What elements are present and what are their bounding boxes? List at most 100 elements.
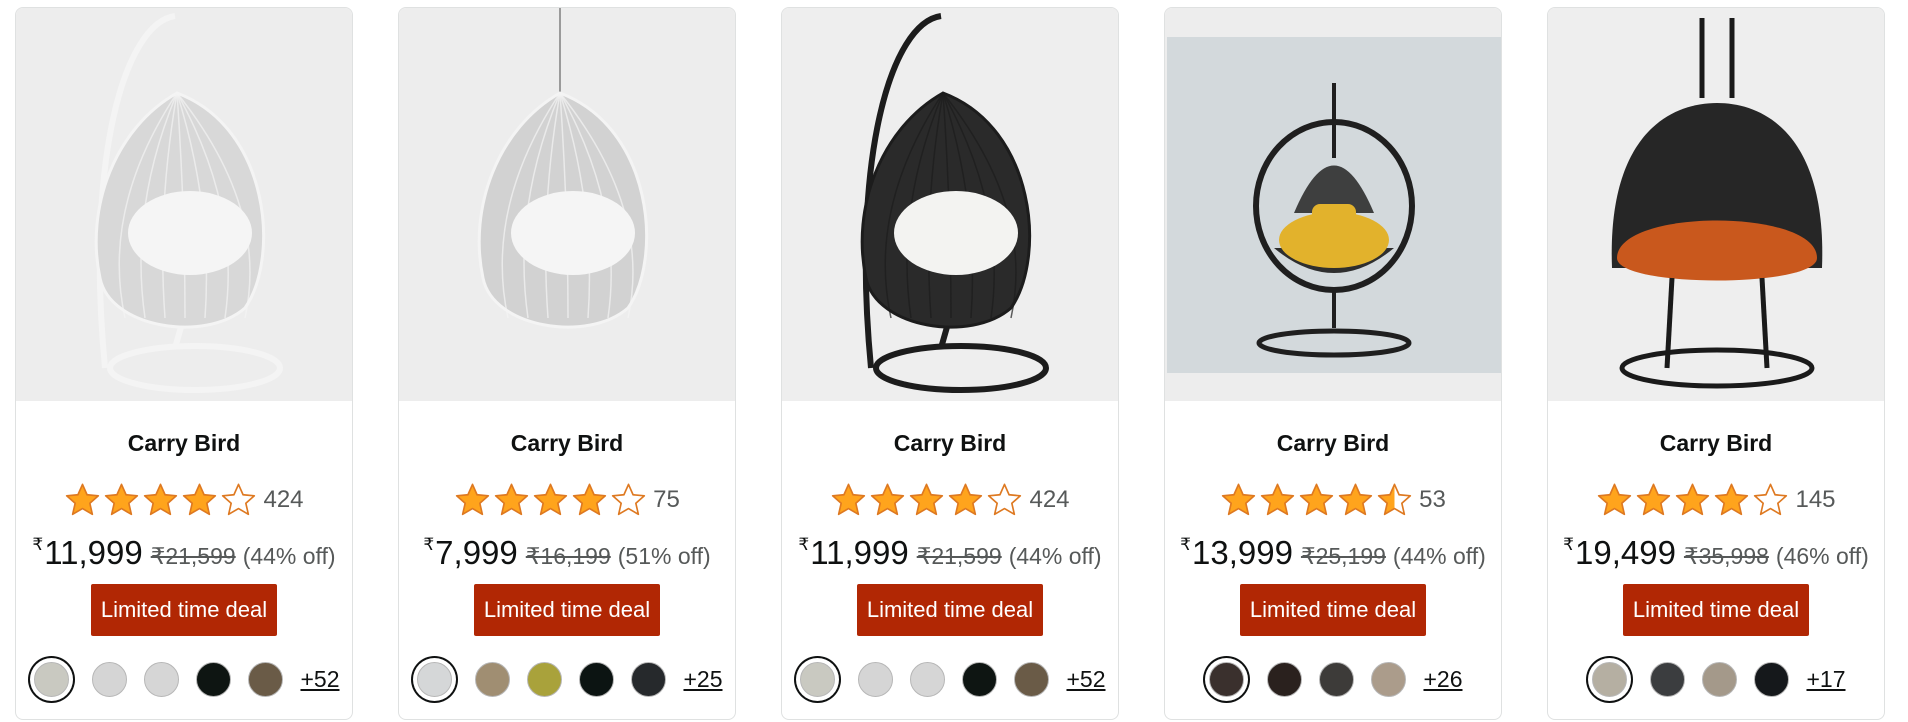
color-swatch[interactable] xyxy=(92,662,128,697)
list-price: ₹35,998 xyxy=(1683,543,1769,569)
color-swatch[interactable] xyxy=(1014,662,1050,697)
more-colors-link[interactable]: +17 xyxy=(1806,666,1845,693)
price-row: ₹ 11,999 ₹21,599 (44% off) xyxy=(782,534,1118,574)
star-icon xyxy=(144,483,178,516)
star-icon xyxy=(1637,483,1671,516)
product-brand[interactable]: Carry Bird xyxy=(1548,429,1884,457)
color-swatch[interactable] xyxy=(910,662,946,697)
rating-row[interactable]: 424 xyxy=(782,481,1118,519)
rating-row[interactable]: 53 xyxy=(1165,481,1501,519)
product-image[interactable] xyxy=(1548,8,1884,401)
color-swatch[interactable] xyxy=(1592,662,1628,697)
sale-price: 7,999 xyxy=(435,534,518,571)
review-count[interactable]: 53 xyxy=(1419,486,1446,514)
more-colors-link[interactable]: +25 xyxy=(683,666,722,693)
price-row: ₹ 19,499 ₹35,998 (46% off) xyxy=(1548,534,1884,574)
color-swatches: +26 xyxy=(1165,662,1501,697)
deal-badge: Limited time deal xyxy=(1622,584,1810,636)
black-double-seat-swing-with-orange-cushion-illustration xyxy=(1611,18,1823,389)
color-swatch[interactable] xyxy=(475,662,511,697)
color-swatch[interactable] xyxy=(579,662,615,697)
currency-symbol: ₹ xyxy=(32,535,44,554)
star-icon xyxy=(1221,483,1256,516)
sale-price: 13,999 xyxy=(1192,534,1293,571)
product-brand[interactable]: Carry Bird xyxy=(399,429,735,457)
review-count[interactable]: 145 xyxy=(1795,486,1835,514)
product-image[interactable] xyxy=(399,8,735,401)
star-icon xyxy=(1260,483,1295,516)
color-swatch[interactable] xyxy=(800,662,836,697)
product-image[interactable] xyxy=(782,8,1118,401)
star-icon xyxy=(949,483,983,516)
color-swatch[interactable] xyxy=(1371,662,1407,697)
product-brand[interactable]: Carry Bird xyxy=(1165,429,1501,457)
color-swatch[interactable] xyxy=(248,662,284,697)
star-icon xyxy=(533,483,568,516)
deal-badge: Limited time deal xyxy=(1239,584,1427,636)
color-swatch[interactable] xyxy=(631,662,667,697)
white-hanging-egg-chair-without-stand-illustration xyxy=(477,8,649,329)
product-card[interactable]: Carry Bird 424 ₹ 11,999 ₹21,599 (44% off… xyxy=(15,7,353,720)
sale-price: 11,999 xyxy=(44,534,143,571)
color-swatch[interactable] xyxy=(1702,662,1738,697)
deal-badge: Limited time deal xyxy=(856,584,1044,636)
product-brand[interactable]: Carry Bird xyxy=(16,429,352,457)
half-star-icon xyxy=(1377,483,1412,516)
black-ring-swing-with-yellow-cushion-illustration xyxy=(1167,37,1501,373)
price-row: ₹ 7,999 ₹16,199 (51% off) xyxy=(399,534,735,574)
color-swatch[interactable] xyxy=(527,662,563,697)
review-count[interactable]: 75 xyxy=(653,486,680,514)
star-rating[interactable] xyxy=(454,482,647,518)
color-swatches: +17 xyxy=(1548,662,1884,697)
color-swatch[interactable] xyxy=(858,662,894,697)
deal-badge: Limited time deal xyxy=(90,584,278,636)
empty-star-icon xyxy=(611,483,646,516)
product-image[interactable] xyxy=(1165,8,1501,401)
star-icon xyxy=(494,483,529,516)
star-rating[interactable] xyxy=(830,482,1023,518)
color-swatch[interactable] xyxy=(196,662,232,697)
product-card[interactable]: Carry Bird 75 ₹ 7,999 ₹16,199 (51% off) … xyxy=(398,7,736,720)
currency-symbol: ₹ xyxy=(1180,535,1191,554)
color-swatch[interactable] xyxy=(1267,662,1303,697)
discount-percent: (51% off) xyxy=(617,543,711,569)
color-swatch[interactable] xyxy=(1319,662,1355,697)
empty-star-icon xyxy=(988,483,1022,516)
color-swatch[interactable] xyxy=(1209,662,1245,697)
color-swatches: +25 xyxy=(399,662,735,697)
color-swatch[interactable] xyxy=(962,662,998,697)
color-swatch[interactable] xyxy=(34,662,70,697)
product-brand[interactable]: Carry Bird xyxy=(782,429,1118,457)
product-card[interactable]: Carry Bird 53 ₹ 13,999 ₹25,199 (44% off)… xyxy=(1164,7,1502,720)
product-card[interactable]: Carry Bird 145 ₹ 19,499 ₹35,998 (46% off… xyxy=(1547,7,1885,720)
list-price: ₹21,599 xyxy=(916,543,1002,569)
more-colors-link[interactable]: +52 xyxy=(1066,666,1105,693)
star-icon xyxy=(871,483,905,516)
rating-row[interactable]: 75 xyxy=(399,481,735,519)
star-icon xyxy=(1338,483,1373,516)
star-icon xyxy=(1676,483,1710,516)
star-rating[interactable] xyxy=(1596,482,1789,518)
discount-percent: (44% off) xyxy=(242,543,336,569)
star-icon xyxy=(1715,483,1749,516)
product-card[interactable]: Carry Bird 424 ₹ 11,999 ₹21,599 (44% off… xyxy=(781,7,1119,720)
star-icon xyxy=(910,483,944,516)
color-swatch[interactable] xyxy=(417,662,453,697)
more-colors-link[interactable]: +52 xyxy=(300,666,339,693)
more-colors-link[interactable]: +26 xyxy=(1423,666,1462,693)
price-row: ₹ 13,999 ₹25,199 (44% off) xyxy=(1165,534,1501,574)
star-rating[interactable] xyxy=(64,482,257,518)
color-swatch[interactable] xyxy=(1650,662,1686,697)
review-count[interactable]: 424 xyxy=(1029,486,1069,514)
color-swatch[interactable] xyxy=(144,662,180,697)
star-rating[interactable] xyxy=(1220,482,1413,518)
discount-percent: (44% off) xyxy=(1008,543,1102,569)
product-image[interactable] xyxy=(16,8,352,401)
review-count[interactable]: 424 xyxy=(263,486,303,514)
rating-row[interactable]: 145 xyxy=(1548,481,1884,519)
color-swatch[interactable] xyxy=(1754,662,1790,697)
rating-row[interactable]: 424 xyxy=(16,481,352,519)
star-icon xyxy=(832,483,866,516)
white-wicker-egg-swing-chair-with-stand-illustration xyxy=(94,13,283,393)
star-icon xyxy=(1299,483,1334,516)
